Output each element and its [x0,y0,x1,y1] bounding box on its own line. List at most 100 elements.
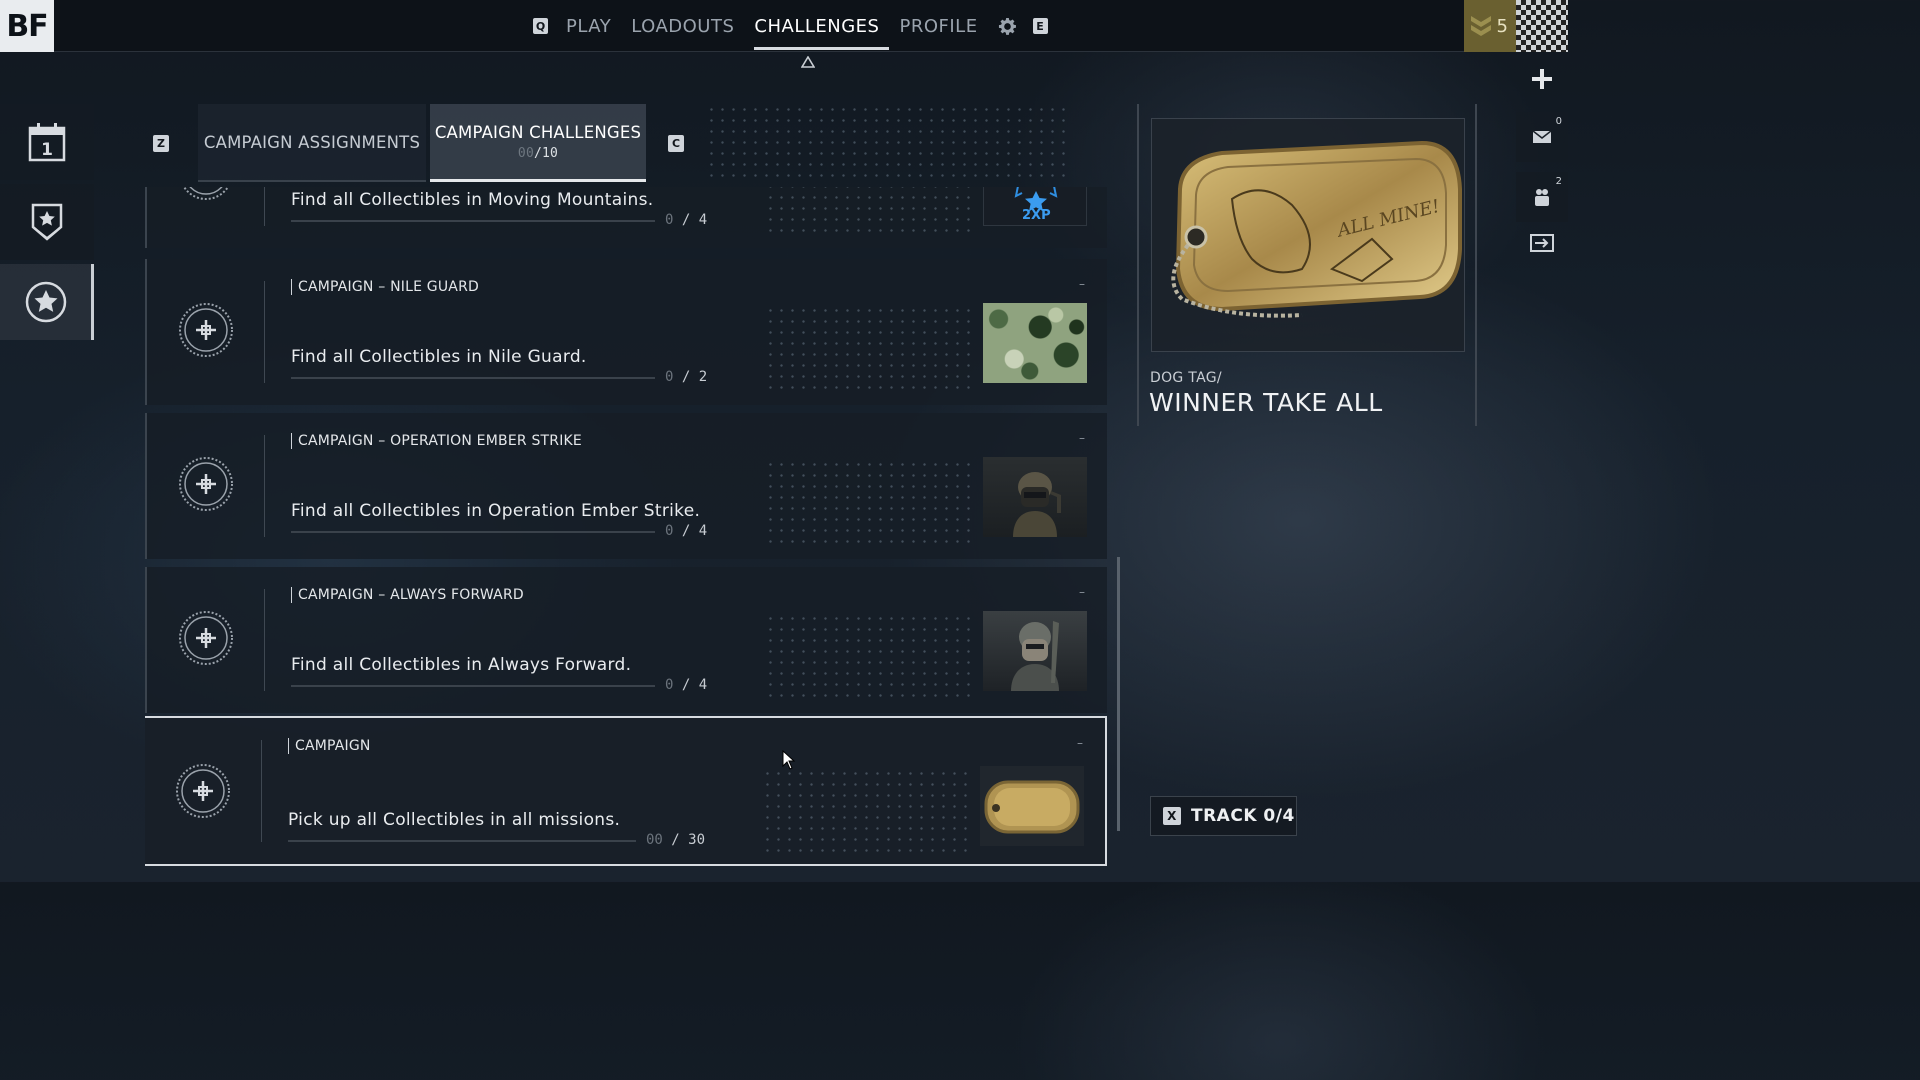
challenge-progress: 0 / 4 [665,677,708,693]
tab-campaign-challenges[interactable]: CAMPAIGN CHALLENGES 00/10 [430,104,646,182]
exit-button[interactable] [1516,226,1568,260]
progress-bar [291,220,655,222]
player-avatar[interactable] [1516,0,1568,52]
mail-button[interactable]: 0 [1516,112,1568,162]
challenge-progress: 00 / 30 [646,832,706,848]
top-nav-bar: BF Q PLAY LOADOUTS CHALLENGES PROFILE E … [0,0,1568,52]
track-label: TRACK 0/4 [1191,806,1295,826]
mail-count: 0 [1555,116,1562,127]
rank-number: 5 [1496,15,1508,37]
challenge-progress: 0 / 4 [665,212,708,228]
crosshair-emblem-icon [179,303,233,357]
crosshair-emblem-icon [176,764,230,818]
squad-count: 2 [1555,176,1562,187]
decorative-dot-grid [762,768,972,852]
challenge-progress: 0 / 4 [665,523,708,539]
q-key-hint: Q [533,18,548,34]
game-logo: BF [0,0,54,52]
settings-gear-icon[interactable] [988,0,1027,52]
challenge-card[interactable]: CAMPAIGN – NILE GUARD – Find all Collect… [145,259,1107,405]
status-dash: – [1077,736,1083,750]
rank-chevron-icon [1471,16,1491,36]
rank-badge[interactable]: 5 [1464,0,1516,52]
nav-challenges[interactable]: CHALLENGES [744,0,890,52]
add-button[interactable] [1516,54,1568,104]
nav-indicator-icon [800,55,816,71]
challenge-description: Pick up all Collectibles in all missions… [288,810,621,830]
nav-play[interactable]: PLAY [556,0,621,52]
reward-soldier-thumbnail [983,457,1087,537]
mail-icon [1532,130,1552,143]
challenge-category: CAMPAIGN – OPERATION EMBER STRIKE [291,433,582,449]
challenge-category: CAMPAIGN [288,738,371,754]
decorative-dot-grid [765,305,975,389]
nav-loadouts[interactable]: LOADOUTS [621,0,744,52]
reward-dogtag-thumbnail [980,766,1084,846]
decorative-dot-grid [765,187,975,232]
challenge-category: CAMPAIGN – ALWAYS FORWARD [291,587,524,603]
divider [264,281,265,383]
tab-campaign-assignments[interactable]: CAMPAIGN ASSIGNMENTS [198,104,426,182]
reward-detail-panel: ALL MINE! DOG TAG/ WINNER TAKE ALL [1137,104,1477,426]
crosshair-emblem-icon [179,457,233,511]
nav-profile[interactable]: PROFILE [889,0,987,52]
tab-label: CAMPAIGN CHALLENGES [434,122,642,142]
challenge-list[interactable]: Find all Collectibles in Moving Mountain… [145,187,1107,882]
progress-bar [291,685,655,687]
z-key-hint: Z [153,135,169,152]
status-dash: – [1079,277,1085,291]
divider [264,435,265,537]
e-key-hint: E [1032,18,1048,34]
status-dash: – [1079,431,1085,445]
x-key-hint: X [1163,807,1181,825]
dog-tag-image: ALL MINE! [1171,140,1462,318]
tab-progress: 00/10 [517,145,559,161]
challenge-progress: 0 / 2 [665,369,708,385]
squad-button[interactable]: 2 [1516,172,1568,222]
rail-daily-button[interactable]: 1 [0,104,94,180]
reward-name: WINNER TAKE ALL [1149,388,1383,417]
decorative-dot-grid [706,104,1070,184]
dog-tag-preview: ALL MINE! [1151,118,1465,352]
progress-bar [291,531,655,533]
shield-star-icon [31,203,63,241]
challenge-description: Find all Collectibles in Moving Mountain… [291,190,654,210]
divider [264,187,265,226]
tab-label: CAMPAIGN ASSIGNMENTS [203,132,421,152]
decorative-dot-grid [765,613,975,697]
divider [264,589,265,691]
progress-bar [291,377,655,379]
challenge-card-selected[interactable]: CAMPAIGN – Pick up all Collectibles in a… [145,716,1107,866]
challenge-description: Find all Collectibles in Nile Guard. [291,347,587,367]
soldier-portrait-icon [1013,472,1061,537]
challenge-description: Find all Collectibles in Always Forward. [291,655,632,675]
xp-label: 2XP [1022,208,1051,223]
track-button[interactable]: X TRACK 0/4 [1150,796,1297,836]
reward-type-label: DOG TAG/ [1150,370,1222,386]
list-scrollbar[interactable] [1117,557,1120,831]
progress-bar [288,840,636,842]
challenge-card[interactable]: CAMPAIGN – ALWAYS FORWARD – Find all Col… [145,567,1107,713]
rail-challenges-button[interactable] [0,264,94,340]
status-dash: – [1079,585,1085,599]
divider [261,740,262,842]
star-circle-icon [25,281,66,323]
c-key-hint: C [668,135,684,152]
squad-icon [1535,189,1549,206]
plus-icon [1532,69,1552,89]
reward-soldier-thumbnail [983,611,1087,691]
svg-text:1: 1 [41,140,53,160]
main-nav: Q PLAY LOADOUTS CHALLENGES PROFILE E [533,0,1048,52]
challenge-card[interactable]: Find all Collectibles in Moving Mountain… [145,187,1107,248]
exit-arrow-icon [1530,234,1554,252]
crosshair-emblem-icon [179,611,233,665]
rail-assignments-button[interactable] [0,184,94,260]
crosshair-emblem-icon [182,187,230,200]
mouse-cursor-icon [782,750,796,770]
soldier-portrait-icon [1011,621,1059,691]
dog-tag-icon [984,780,1080,834]
reward-xp-boost: 2XP [983,187,1087,226]
challenge-category: CAMPAIGN – NILE GUARD [291,279,479,295]
challenge-description: Find all Collectibles in Operation Ember… [291,501,701,521]
challenge-card[interactable]: CAMPAIGN – OPERATION EMBER STRIKE – Find… [145,413,1107,559]
